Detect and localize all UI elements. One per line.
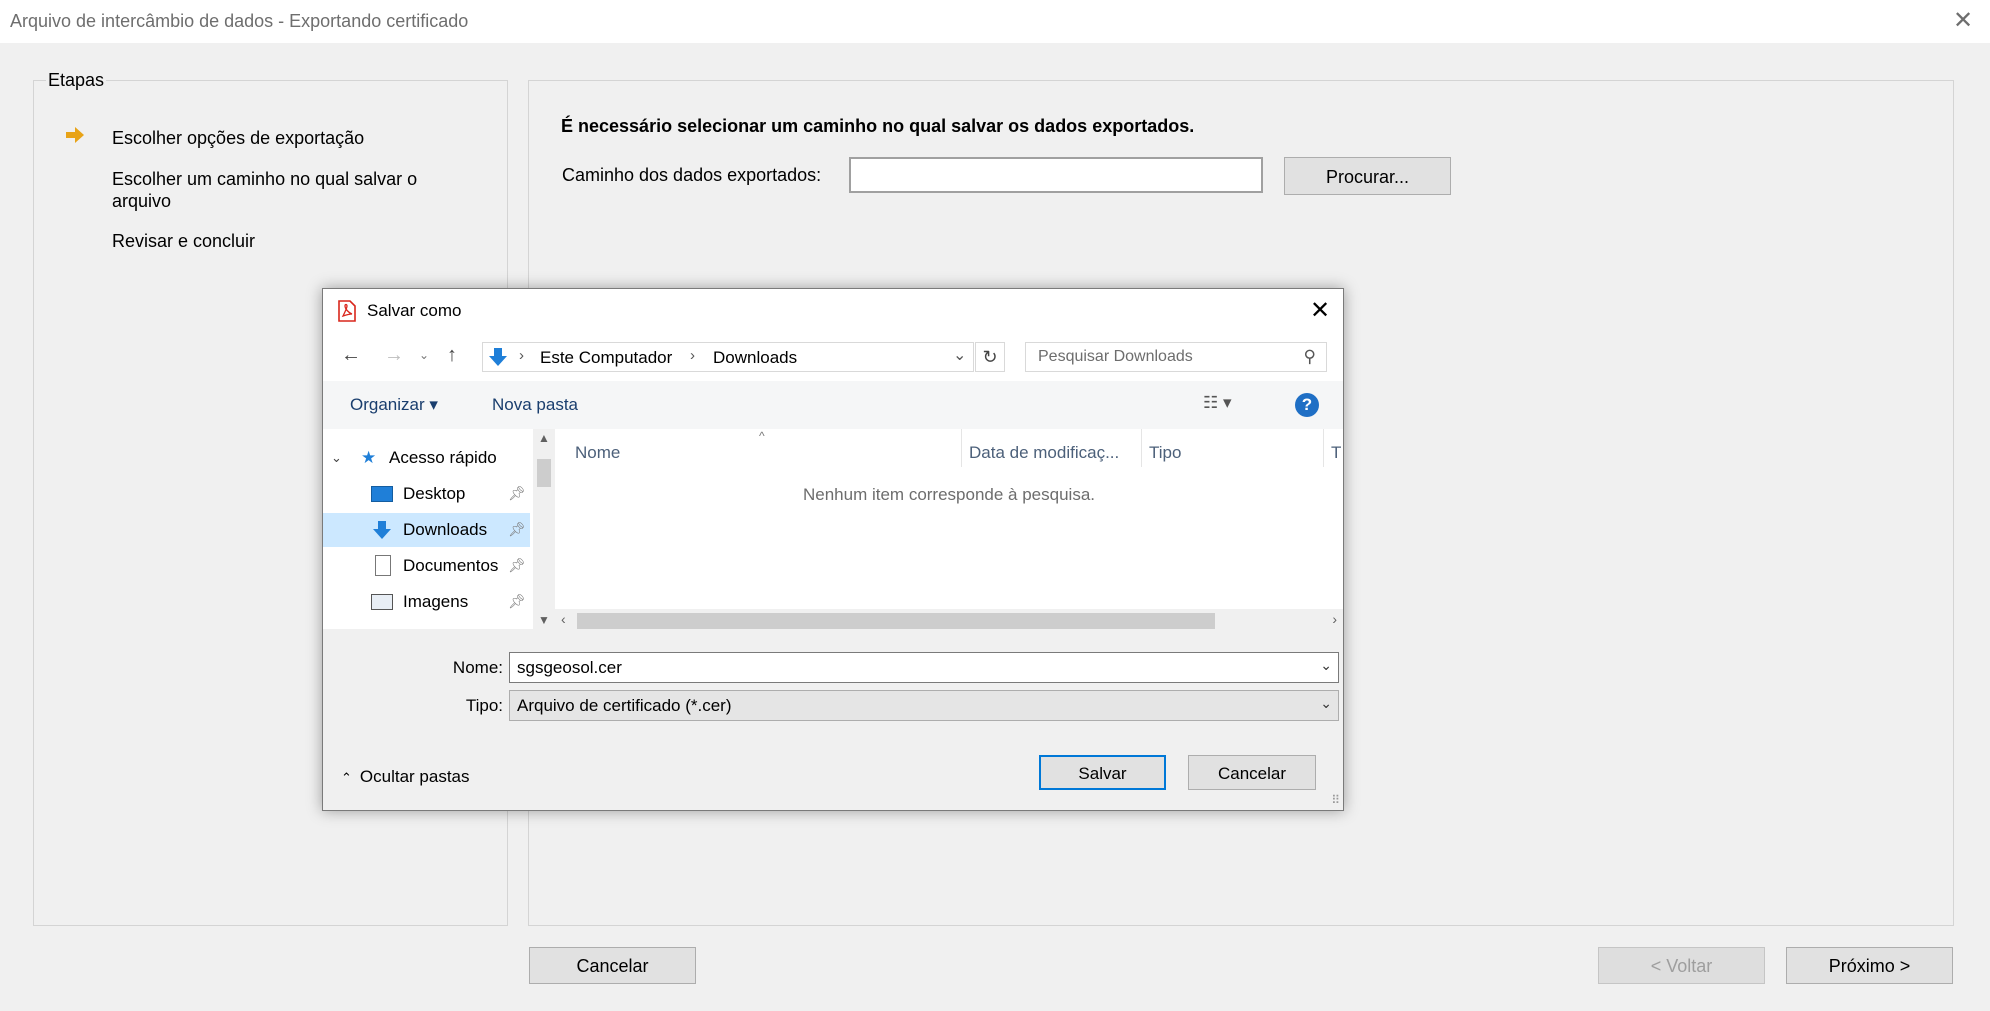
new-folder-button[interactable]: Nova pasta — [492, 395, 578, 415]
pin-icon[interactable]: 📌︎ — [508, 485, 526, 502]
filetype-value: Arquivo de certificado (*.cer) — [517, 696, 732, 715]
close-icon[interactable]: ✕ — [1950, 6, 1976, 36]
sort-up-icon: ^ — [759, 429, 765, 443]
up-arrow-icon[interactable]: ↑ — [440, 343, 464, 367]
pin-icon[interactable]: 📌︎ — [508, 557, 526, 574]
pin-icon[interactable]: 📌︎ — [508, 521, 526, 538]
step-choose-path: Escolher um caminho no qual salvar o arq… — [112, 169, 418, 211]
filename-input[interactable]: sgsgeosol.cer ⌄ — [509, 652, 1339, 683]
next-button[interactable]: Próximo > — [1786, 947, 1953, 984]
scroll-right-icon[interactable]: › — [1332, 611, 1337, 627]
pdf-app-icon — [338, 300, 356, 322]
forward-arrow-icon[interactable]: → — [382, 343, 406, 367]
column-date[interactable]: Data de modificaç... — [969, 443, 1119, 463]
file-list: ^ Nome Data de modificaç... Tipo T Nenhu… — [555, 429, 1343, 629]
search-icon: ⚲ — [1303, 347, 1316, 366]
step-choose-options: Escolher opções de exportação — [112, 128, 365, 148]
dialog-navbar: ← → ⌄ ↑ › Este Computador › Downloads ⌄ … — [323, 333, 1343, 381]
column-type[interactable]: Tipo — [1149, 443, 1181, 463]
view-options-icon[interactable]: ☷ ▾ — [1203, 393, 1232, 413]
scroll-left-icon[interactable]: ‹ — [561, 611, 566, 627]
tree-label: Desktop — [403, 484, 466, 503]
chevron-up-icon: ⌃ — [341, 770, 352, 785]
list-scrollbar[interactable]: ‹ › — [555, 609, 1343, 631]
export-path-label: Caminho dos dados exportados: — [562, 165, 822, 185]
search-placeholder: Pesquisar Downloads — [1038, 348, 1193, 365]
pin-icon[interactable]: 📌︎ — [508, 593, 526, 610]
filetype-select[interactable]: Arquivo de certificado (*.cer) ⌄ — [509, 690, 1339, 721]
chevron-down-icon[interactable]: ⌄ — [1320, 657, 1332, 674]
filename-label: Nome: — [452, 658, 503, 677]
download-arrow-icon — [373, 521, 391, 539]
dialog-cancel-button[interactable]: Cancelar — [1188, 755, 1316, 790]
address-dropdown-icon[interactable]: ⌄ — [953, 345, 966, 365]
window-title: Arquivo de intercâmbio de dados - Export… — [10, 11, 469, 31]
tree-label: Downloads — [403, 520, 488, 539]
scroll-up-icon[interactable]: ▲ — [533, 431, 555, 445]
tree-label: Imagens — [403, 592, 469, 611]
browse-button[interactable]: Procurar... — [1284, 157, 1451, 195]
arrow-right-icon — [66, 127, 84, 143]
tree-scrollbar[interactable]: ▲ ▼ — [533, 429, 555, 629]
window-titlebar: Arquivo de intercâmbio de dados - Export… — [0, 0, 1990, 43]
back-arrow-icon[interactable]: ← — [339, 343, 363, 367]
scroll-down-icon[interactable]: ▼ — [533, 613, 555, 627]
filename-value: sgsgeosol.cer — [517, 658, 622, 677]
organize-menu[interactable]: Organizar ▾ — [350, 395, 438, 415]
scroll-thumb[interactable] — [577, 613, 1215, 629]
save-as-dialog: Salvar como ✕ ← → ⌄ ↑ › Este Computador … — [322, 288, 1344, 811]
filetype-label: Tipo: — [465, 696, 503, 715]
tree-item-images[interactable]: Imagens 📌︎ — [323, 585, 530, 619]
expand-chevron-icon[interactable]: ⌄ — [331, 450, 342, 466]
scroll-thumb[interactable] — [537, 459, 551, 487]
resize-grip-icon[interactable]: ⠿ — [1331, 793, 1340, 807]
hide-folders-toggle[interactable]: ⌃ Ocultar pastas — [341, 767, 470, 787]
desktop-icon — [371, 486, 393, 502]
back-button[interactable]: < Voltar — [1598, 947, 1765, 984]
tree-item-desktop[interactable]: Desktop 📌︎ — [323, 477, 530, 511]
save-button[interactable]: Salvar — [1039, 755, 1166, 790]
help-icon[interactable]: ? — [1295, 393, 1319, 417]
folder-tree: ⌄ ★ Acesso rápido Desktop 📌︎ Downloads 📌… — [323, 429, 533, 629]
dialog-toolbar: Organizar ▾ Nova pasta ☷ ▾ ? — [323, 381, 1343, 429]
refresh-icon[interactable]: ↻ — [975, 342, 1005, 372]
download-arrow-icon — [489, 348, 507, 366]
step-review: Revisar e concluir — [112, 231, 256, 251]
document-icon — [375, 555, 391, 576]
column-size[interactable]: T — [1331, 443, 1341, 463]
breadcrumb-downloads[interactable]: Downloads — [713, 348, 797, 368]
export-path-input[interactable] — [849, 157, 1263, 193]
column-name[interactable]: Nome — [575, 443, 620, 463]
recent-chevron-icon[interactable]: ⌄ — [412, 343, 436, 367]
search-input[interactable]: Pesquisar Downloads ⚲ — [1025, 342, 1327, 372]
page-heading: É necessário selecionar um caminho no qu… — [561, 116, 1195, 136]
address-bar[interactable]: › Este Computador › Downloads ⌄ — [482, 342, 974, 372]
tree-label: Documentos — [403, 556, 499, 575]
steps-legend: Etapas — [46, 70, 107, 91]
tree-item-quick-access[interactable]: ⌄ ★ Acesso rápido — [323, 441, 530, 475]
tree-item-documents[interactable]: Documentos 📌︎ — [323, 549, 530, 583]
image-icon — [371, 594, 393, 610]
breadcrumb-computer[interactable]: Este Computador — [540, 348, 672, 368]
empty-message: Nenhum item corresponde à pesquisa. — [803, 485, 1095, 504]
cancel-button[interactable]: Cancelar — [529, 947, 696, 984]
tree-item-downloads[interactable]: Downloads 📌︎ — [323, 513, 530, 547]
dialog-titlebar: Salvar como ✕ — [323, 289, 1343, 333]
star-icon: ★ — [361, 448, 377, 467]
dialog-close-icon[interactable]: ✕ — [1305, 296, 1335, 326]
chevron-down-icon[interactable]: ⌄ — [1320, 695, 1332, 712]
tree-label: Acesso rápido — [389, 448, 497, 467]
dialog-title: Salvar como — [367, 301, 462, 320]
